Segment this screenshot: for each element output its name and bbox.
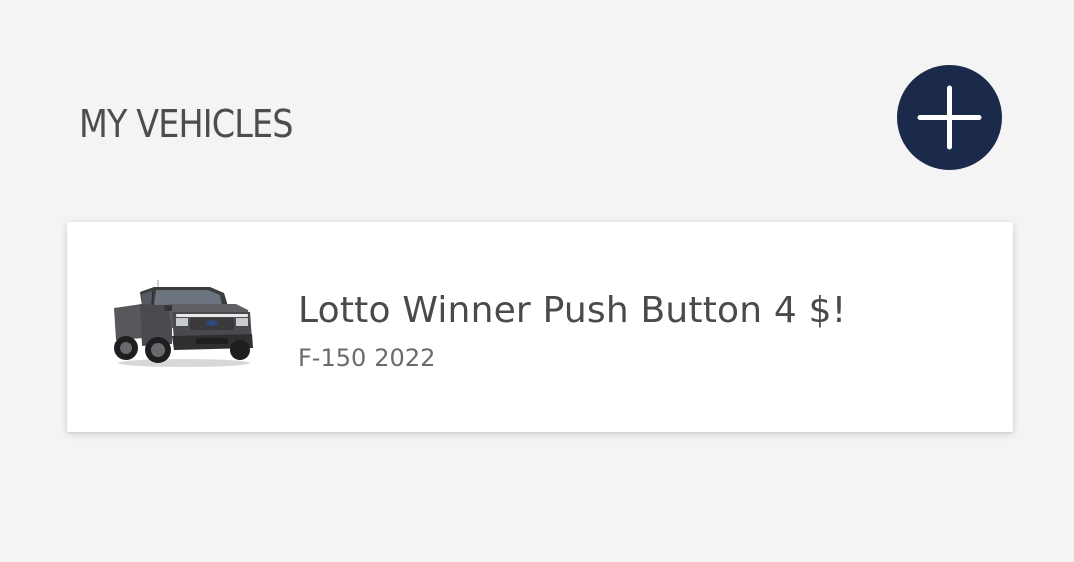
vehicle-year: 2022 (374, 344, 436, 372)
add-vehicle-button[interactable] (897, 65, 1002, 170)
vehicle-model-year: F-150 2022 (298, 341, 435, 375)
vehicle-model: F-150 (298, 344, 367, 372)
vehicle-card[interactable]: Lotto Winner Push Button 4 $! F-150 2022 (67, 222, 1013, 432)
vehicle-nickname: Lotto Winner Push Button 4 $! (298, 290, 847, 331)
pickup-truck-image (114, 280, 253, 367)
plus-icon (917, 85, 982, 150)
page-title: MY VEHICLES (79, 102, 293, 146)
